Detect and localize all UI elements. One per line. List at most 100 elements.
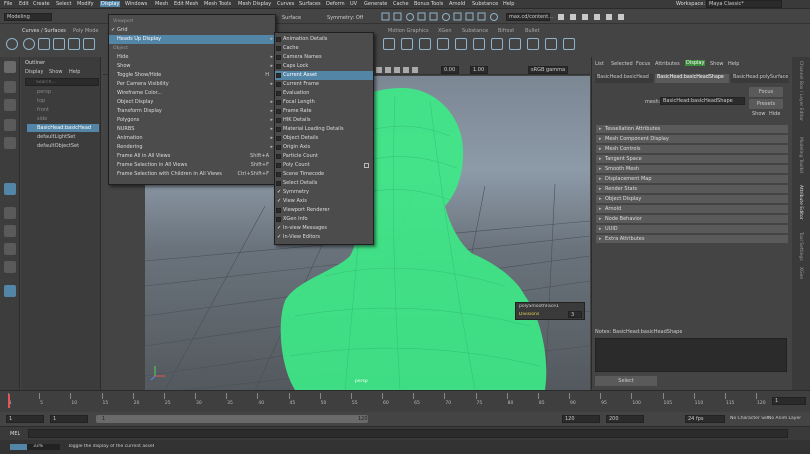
hud-item-current-asset[interactable]: Current Asset <box>275 71 373 80</box>
attr-section-extra-attributes[interactable]: Extra Attributes <box>596 235 788 243</box>
menu-item-grid[interactable]: Grid ✓ <box>109 26 275 35</box>
gamma-field[interactable]: 1.00 <box>470 66 488 74</box>
checkbox-icon[interactable] <box>276 118 281 123</box>
menu-display[interactable]: Display <box>100 1 121 7</box>
time-slider[interactable]: 1 5 10 15 20 25 30 35 40 45 50 55 60 65 70 75 80 85 90 95 10… <box>0 390 810 412</box>
in-view-editor[interactable]: polySmoothFace1 Divisions 3 <box>515 302 585 320</box>
hud-item-scene-timecode[interactable]: Scene Timecode <box>275 170 373 179</box>
menu-windows[interactable]: Windows <box>125 1 147 7</box>
menu-item-transform-display[interactable]: Transform Display ▸ <box>109 107 275 116</box>
attr-section-smooth-mesh[interactable]: Smooth Mesh <box>596 165 788 173</box>
menu-item-toggle-show-hide[interactable]: Toggle Show/Hide H <box>109 71 275 80</box>
attr-section-displacement-map[interactable]: Displacement Map <box>596 175 788 183</box>
option-box-icon[interactable] <box>364 163 369 168</box>
outliner-layout-icon[interactable] <box>4 261 16 273</box>
menu-mesh-display[interactable]: Mesh Display <box>238 1 271 7</box>
mode-dropdown[interactable]: Modeling <box>4 13 52 21</box>
hud-item-poly-count[interactable]: Poly Count <box>275 161 373 170</box>
nurbs-circle-icon[interactable] <box>6 38 18 50</box>
attr-tab-basichead[interactable]: BasicHead:basicHead <box>595 74 653 83</box>
menu-uv[interactable]: UV <box>350 1 357 7</box>
command-input[interactable] <box>28 429 788 438</box>
nurbs-square-icon[interactable] <box>38 38 50 50</box>
checkbox-icon[interactable] <box>276 163 281 168</box>
hud-item-animation-details[interactable]: Animation Details <box>275 35 373 44</box>
hud-item-object-details[interactable]: Object Details <box>275 134 373 143</box>
nurbs-sphere-icon[interactable] <box>23 38 35 50</box>
focus-button[interactable]: Focus <box>749 87 783 97</box>
select-tool-icon[interactable] <box>4 61 16 73</box>
colorspace-dropdown[interactable]: sRGB gamma <box>528 66 568 74</box>
menu-edit[interactable]: Edit <box>19 1 29 7</box>
hud-item-cache[interactable]: Cache <box>275 44 373 53</box>
symmetry-status[interactable]: Symmetry: Off <box>327 15 363 21</box>
shelf-tool-icon-11[interactable] <box>563 38 575 50</box>
attr-menu-help[interactable]: Help <box>728 61 739 67</box>
outliner-menu-show[interactable]: Show <box>49 69 63 75</box>
attr-section-tangent-space[interactable]: Tangent Space <box>596 155 788 163</box>
attr-tab-polysurface[interactable]: BasicHead:polySurface <box>731 74 789 83</box>
outliner-search-input[interactable] <box>25 78 99 86</box>
menu-substance[interactable]: Substance <box>472 1 498 7</box>
shelf-tab-poly-mode[interactable]: Poly Mode <box>73 28 98 34</box>
attr-menu-show[interactable]: Show <box>710 61 724 67</box>
checkbox-icon[interactable] <box>276 46 281 51</box>
shelf-tab-bullet[interactable]: Bullet <box>525 28 539 34</box>
outliner-item-defaultlightset[interactable]: defaultLightSet <box>27 133 99 141</box>
layout-icon[interactable] <box>4 243 16 255</box>
anim-layer-label[interactable]: No Anim Layer <box>768 416 801 421</box>
checkbox-icon[interactable] <box>276 82 281 87</box>
menu-create[interactable]: Create <box>33 1 50 7</box>
hud-item-in-view-messages[interactable]: ✓ In-view Messages <box>275 224 373 233</box>
menu-deform[interactable]: Deform <box>326 1 345 7</box>
hud-item-xgen-info[interactable]: XGen Info <box>275 215 373 224</box>
attr-section-node-behavior[interactable]: Node Behavior <box>596 215 788 223</box>
menu-item-polygons[interactable]: Polygons ▸ <box>109 116 275 125</box>
hud-item-symmetry[interactable]: ✓ Symmetry <box>275 188 373 197</box>
menu-item-show[interactable]: Show ▸ <box>109 62 275 71</box>
checkbox-icon[interactable] <box>276 208 281 213</box>
attr-section-uuid[interactable]: UUID <box>596 225 788 233</box>
divisions-field[interactable]: 3 <box>568 311 582 318</box>
tab-attribute-editor[interactable]: Attribute Editor <box>798 185 803 220</box>
shelf-tool-icon-8[interactable] <box>509 38 521 50</box>
character-set-label[interactable]: No Character Set <box>730 416 769 421</box>
hud-item-caps-lock[interactable]: Caps Lock <box>275 62 373 71</box>
shelf-tool-icon-5[interactable] <box>455 38 467 50</box>
menu-item-frame-selection-with-children-in-all-views[interactable]: Frame Selection with Children in All Vie… <box>109 170 275 179</box>
menu-item-wireframe-color[interactable]: Wireframe Color... <box>109 89 275 98</box>
menu-cache[interactable]: Cache <box>393 1 409 7</box>
playback-end-field[interactable]: 120 <box>562 415 600 423</box>
hud-item-material-loading-details[interactable]: Material Loading Details <box>275 125 373 134</box>
shelf-tool-icon-4[interactable] <box>437 38 449 50</box>
checkbox-icon[interactable] <box>276 55 281 60</box>
nurbs-cylinder-icon[interactable] <box>68 38 80 50</box>
menu-item-nurbs[interactable]: NURBS ▸ <box>109 125 275 134</box>
outliner-item-basichead[interactable]: BasicHead:basicHead <box>27 124 99 132</box>
checkbox-icon[interactable] <box>276 37 281 42</box>
attr-section-mesh-controls[interactable]: Mesh Controls <box>596 145 788 153</box>
checkbox-icon[interactable] <box>276 64 281 69</box>
hud-item-frame-rate[interactable]: Frame Rate <box>275 107 373 116</box>
hud-item-particle-count[interactable]: Particle Count <box>275 152 373 161</box>
menu-arnold[interactable]: Arnold <box>449 1 465 7</box>
four-view-icon[interactable] <box>4 225 16 237</box>
current-time-marker[interactable] <box>8 394 10 408</box>
outliner-item-side[interactable]: side <box>27 115 99 123</box>
shelf-tool-icon-6[interactable] <box>473 38 485 50</box>
mel-label[interactable]: MEL <box>10 431 20 437</box>
checkbox-icon[interactable] <box>276 73 281 78</box>
menu-item-hide[interactable]: Hide ▸ <box>109 53 275 62</box>
paint-select-icon[interactable] <box>4 99 16 111</box>
menu-item-animation[interactable]: Animation ▸ <box>109 134 275 143</box>
hud-item-evaluation[interactable]: Evaluation <box>275 89 373 98</box>
move-tool-icon[interactable] <box>4 119 16 131</box>
checkbox-icon[interactable] <box>276 154 281 159</box>
shelf-tab-bifrost[interactable]: Bifrost <box>498 28 514 34</box>
attr-menu-focus[interactable]: Focus <box>636 61 650 67</box>
presets-button[interactable]: Presets <box>749 99 783 109</box>
shelf-tool-icon-9[interactable] <box>527 38 539 50</box>
checkbox-icon[interactable] <box>276 181 281 186</box>
rotate-tool-icon[interactable] <box>4 137 16 149</box>
outliner-item-top[interactable]: top <box>27 97 99 105</box>
